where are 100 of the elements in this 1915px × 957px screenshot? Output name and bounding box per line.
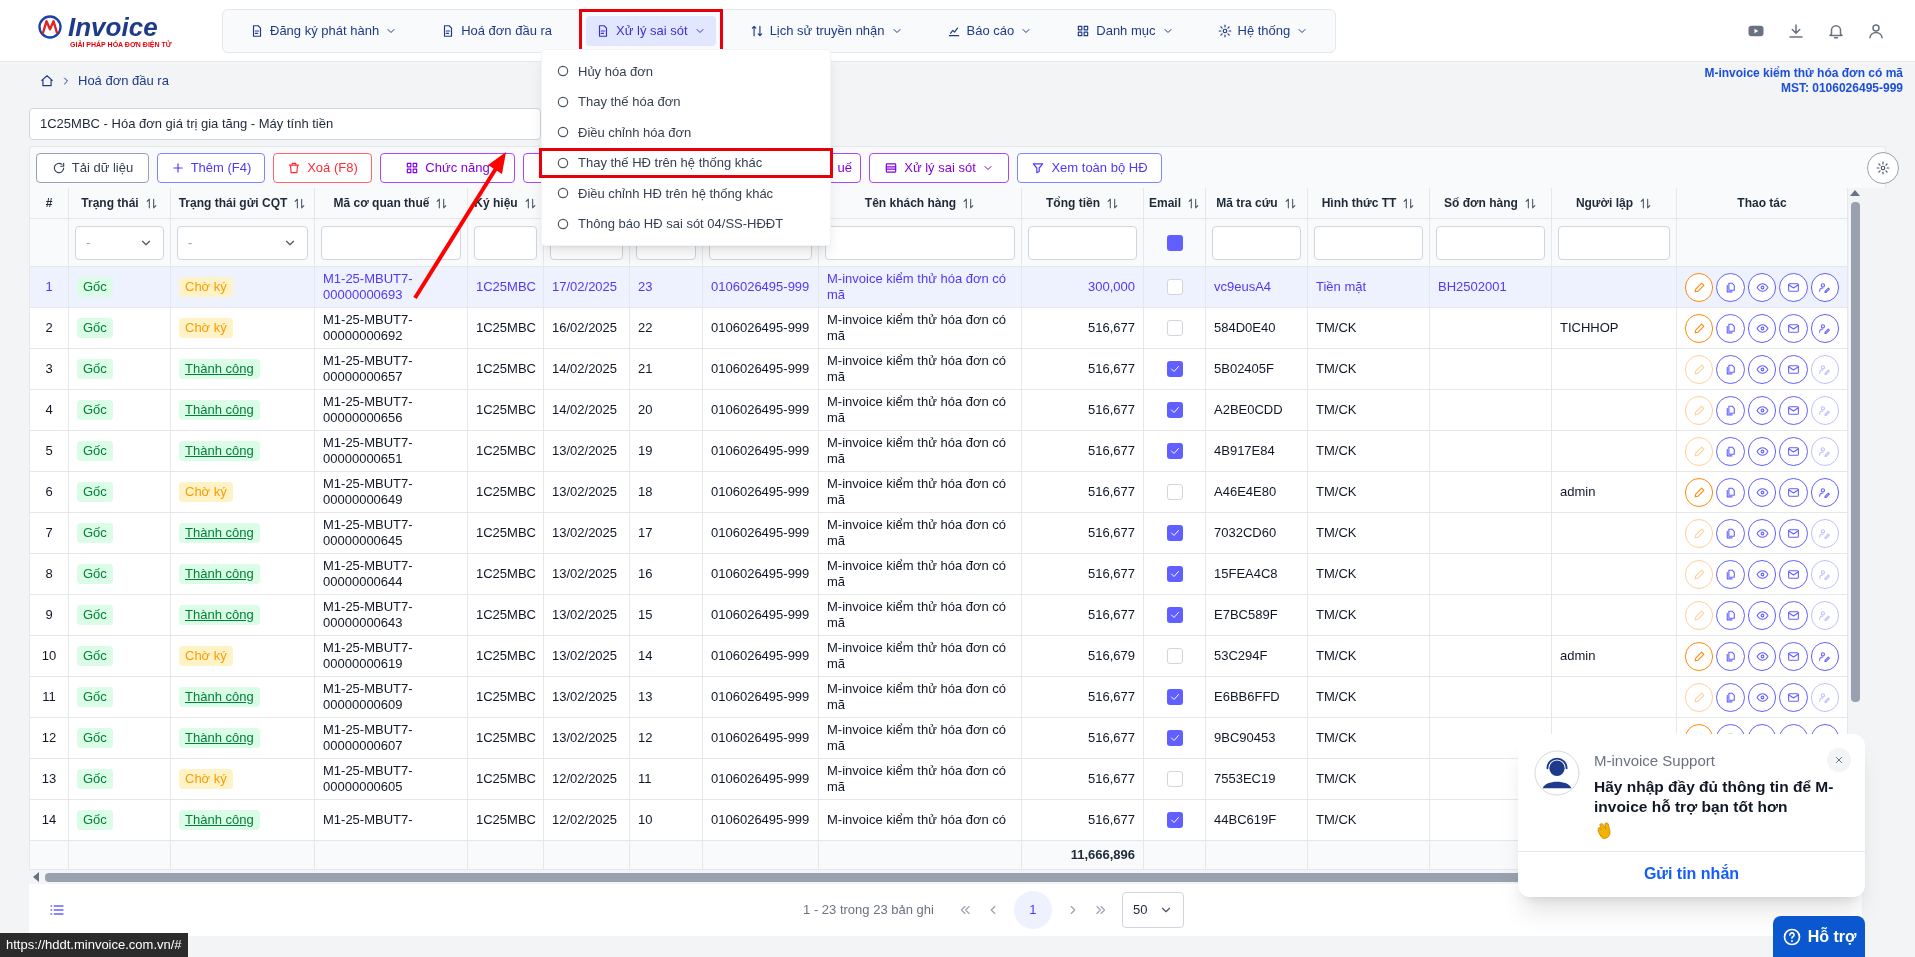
sort-icon[interactable] (962, 196, 976, 210)
column-header[interactable]: Số đơn hàng (1444, 194, 1518, 212)
email-button[interactable] (1779, 354, 1808, 384)
status-badge[interactable]: Thành công (179, 564, 260, 584)
edit-button[interactable] (1685, 272, 1714, 302)
view-button[interactable] (1747, 272, 1777, 302)
page-button[interactable]: 1 (1013, 891, 1052, 929)
status-badge[interactable]: Thành công (179, 441, 260, 461)
edit-button[interactable] (1685, 477, 1714, 507)
copy-button[interactable] (1716, 272, 1745, 302)
nav-menu-item[interactable]: Đăng ký phát hành (240, 15, 408, 46)
nav-menu-item[interactable]: Báo cáo (936, 15, 1043, 46)
sort-icon[interactable] (144, 196, 158, 210)
sort-icon[interactable] (1402, 196, 1416, 210)
email-button[interactable] (1779, 313, 1808, 343)
email-button[interactable] (1779, 682, 1808, 712)
email-checkbox[interactable] (1166, 730, 1183, 746)
column-header[interactable]: Tổng tiền (1046, 194, 1100, 212)
status-badge[interactable]: Thành công (179, 523, 260, 543)
sort-icon[interactable] (1187, 196, 1200, 210)
view-button[interactable] (1747, 559, 1777, 589)
status-badge[interactable]: Thành công (179, 400, 260, 420)
send-message-button[interactable]: Gửi tin nhắn (1518, 850, 1865, 897)
column-header[interactable]: Mã cơ quan thuế (333, 194, 430, 212)
copy-button[interactable] (1716, 477, 1745, 507)
view-button[interactable] (1747, 477, 1777, 507)
column-header[interactable]: Mã tra cứu (1216, 194, 1278, 212)
email-button[interactable] (1779, 518, 1808, 548)
email-checkbox[interactable] (1166, 443, 1183, 459)
status-badge[interactable]: Thành công (179, 810, 260, 830)
nav-menu-item[interactable]: Hệ thống (1207, 15, 1319, 46)
toolbar-button[interactable]: Thêm (F4) (157, 152, 265, 183)
menu-item[interactable]: Thay thế HĐ trên hệ thống khác (542, 150, 830, 175)
menu-item[interactable]: Điều chỉnh hóa đơn (542, 120, 830, 145)
toolbar-button[interactable]: Xử lý sai sót (869, 152, 1009, 183)
email-button[interactable] (1779, 395, 1808, 425)
template-select[interactable]: 1C25MBC - Hóa đơn giá trị gia tăng - Máy tính tiền (29, 108, 541, 140)
email-checkbox[interactable] (1166, 566, 1183, 582)
page-size-select[interactable]: 50 (1121, 892, 1184, 928)
toolbar-button[interactable]: Xoá (F8) (273, 152, 372, 183)
user-icon[interactable] (1867, 21, 1885, 40)
status-badge[interactable]: Thành công (179, 728, 260, 748)
email-checkbox[interactable] (1166, 279, 1183, 295)
sort-icon[interactable] (523, 196, 537, 210)
filter-input[interactable] (321, 225, 461, 260)
sign-button[interactable] (1810, 272, 1839, 302)
column-header[interactable]: Trạng thái (81, 194, 139, 212)
copy-button[interactable] (1716, 395, 1745, 425)
sort-icon[interactable] (435, 196, 449, 210)
email-button[interactable] (1779, 600, 1808, 630)
toolbar-button[interactable]: Tải dữ liệu (36, 152, 149, 183)
sort-icon[interactable] (1106, 196, 1119, 210)
copy-button[interactable] (1716, 682, 1745, 712)
email-checkbox[interactable] (1166, 607, 1183, 623)
column-header[interactable]: Thao tác (1737, 194, 1787, 212)
email-button[interactable] (1779, 272, 1808, 302)
email-button[interactable] (1779, 436, 1808, 466)
filter-input[interactable] (1028, 225, 1137, 260)
column-header[interactable]: # (45, 194, 53, 212)
column-header[interactable]: Tên khách hàng (864, 194, 957, 212)
email-checkbox[interactable] (1166, 689, 1183, 705)
view-button[interactable] (1747, 436, 1777, 466)
edit-button[interactable] (1685, 641, 1714, 671)
download-icon[interactable] (1787, 21, 1805, 40)
copy-button[interactable] (1716, 641, 1745, 671)
copy-button[interactable] (1716, 354, 1745, 384)
view-button[interactable] (1747, 641, 1777, 671)
email-checkbox[interactable] (1166, 320, 1183, 336)
nav-menu-item[interactable]: Xử lý sai sót (586, 15, 716, 46)
email-button[interactable] (1779, 559, 1808, 589)
home-icon[interactable] (40, 74, 54, 88)
settings-button[interactable] (1867, 151, 1899, 184)
last-page-icon[interactable] (1093, 903, 1108, 917)
help-button[interactable]: Hỗ trợ (1773, 916, 1865, 957)
copy-button[interactable] (1716, 436, 1745, 466)
status-badge[interactable]: Thành công (179, 359, 260, 379)
copy-button[interactable] (1716, 313, 1745, 343)
view-button[interactable] (1747, 313, 1777, 343)
sort-icon[interactable] (1283, 196, 1297, 210)
nav-menu-item[interactable]: Danh mục (1066, 15, 1184, 46)
filter-input[interactable] (825, 225, 1015, 260)
sort-icon[interactable] (1639, 196, 1653, 210)
filter-input[interactable] (474, 225, 537, 260)
view-button[interactable] (1747, 518, 1777, 548)
email-checkbox[interactable] (1166, 648, 1183, 664)
view-button[interactable] (1747, 600, 1777, 630)
email-checkbox[interactable] (1166, 525, 1183, 541)
sign-button[interactable] (1810, 313, 1839, 343)
column-header[interactable]: Trạng thái gửi CQT (178, 194, 288, 212)
list-icon[interactable] (49, 902, 65, 918)
menu-item[interactable]: Hủy hóa đơn (542, 59, 830, 84)
breadcrumb-link[interactable]: Hoá đơn đầu ra (78, 71, 169, 91)
email-button[interactable] (1779, 641, 1808, 671)
email-checkbox[interactable] (1166, 361, 1183, 377)
filter-input[interactable] (1314, 225, 1423, 260)
menu-item[interactable]: Điều chỉnh HĐ trên hệ thống khác (542, 181, 830, 206)
sign-button[interactable] (1810, 641, 1839, 671)
copy-button[interactable] (1716, 559, 1745, 589)
edit-button[interactable] (1685, 313, 1714, 343)
sort-icon[interactable] (1523, 196, 1537, 210)
